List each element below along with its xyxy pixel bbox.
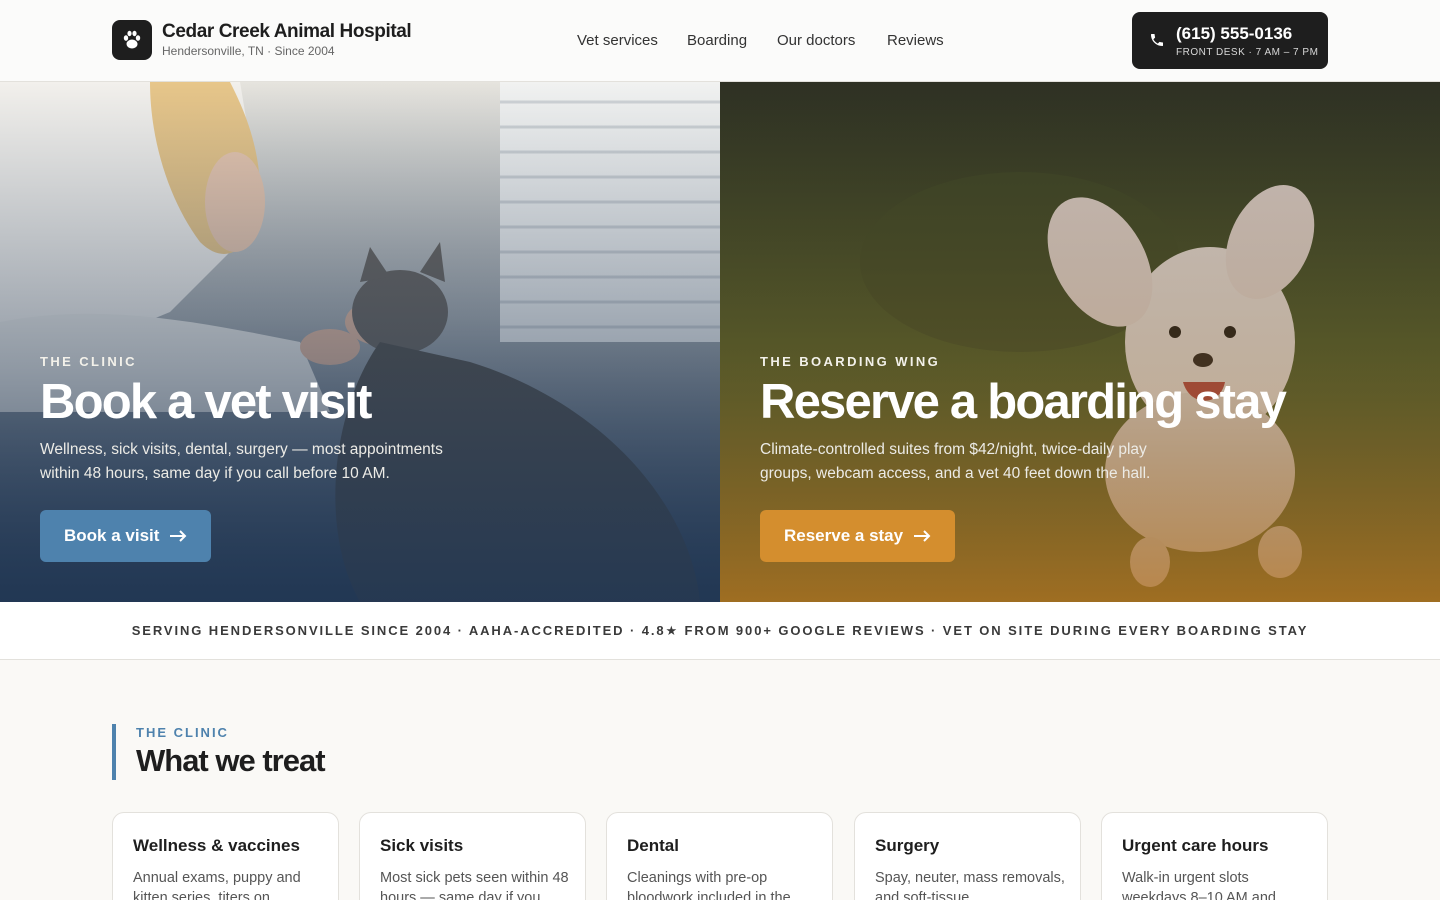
nav-vet-services[interactable]: Vet services — [577, 32, 658, 49]
treat-section-kicker: THE CLINIC — [136, 725, 229, 740]
clinic-hero-title: Book a vet visit — [40, 375, 372, 429]
brand-subtitle: Hendersonville, TN · Since 2004 — [162, 44, 335, 58]
clinic-hero-description: Wellness, sick visits, dental, surgery —… — [40, 441, 443, 482]
trust-strip: SERVING HENDERSONVILLE SINCE 2004 · AAHA… — [0, 602, 1440, 660]
front-desk-hours: FRONT DESK · 7 AM – 7 PM — [1176, 47, 1319, 58]
paw-icon — [123, 30, 141, 49]
card-title: Surgery — [875, 836, 940, 855]
brand-name[interactable]: Cedar Creek Animal Hospital — [162, 21, 412, 43]
boarding-hero-description: Climate-controlled suites from $42/night… — [760, 441, 1151, 482]
nav-boarding[interactable]: Boarding — [687, 32, 747, 49]
book-visit-button[interactable]: Book a visit — [40, 510, 212, 562]
card-title: Dental — [627, 836, 679, 855]
card-description: Cleanings with pre-op bloodwork included… — [627, 870, 791, 900]
nav-our-doctors[interactable]: Our doctors — [777, 32, 855, 49]
boarding-kicker: THE BOARDING WING — [760, 354, 941, 369]
reserve-stay-button[interactable]: Reserve a stay — [760, 510, 956, 562]
card-title: Urgent care hours — [1122, 836, 1269, 855]
arrow-right-icon — [914, 530, 931, 542]
hero-clinic-panel: THE CLINIC Book a vet visit Wellness, si… — [0, 82, 720, 602]
service-card-surgery[interactable]: Surgery Spay, neuter, mass removals, and… — [854, 812, 1081, 900]
clinic-kicker: THE CLINIC — [40, 354, 137, 369]
phone-number: (615) 555-0136 — [1176, 24, 1293, 43]
phone-icon — [1151, 34, 1163, 46]
service-card-wellness[interactable]: Wellness & vaccines Annual exams, puppy … — [112, 812, 339, 900]
card-description: Spay, neuter, mass removals, and soft-ti… — [875, 870, 1065, 900]
logo[interactable] — [112, 20, 152, 60]
hero-boarding-panel: THE BOARDING WING Reserve a boarding sta… — [720, 82, 1440, 602]
service-card-sick-visits[interactable]: Sick visits Most sick pets seen within 4… — [359, 812, 586, 900]
site-header: Cedar Creek Animal Hospital Hendersonvil… — [0, 0, 1440, 82]
call-front-desk-button[interactable]: (615) 555-0136 FRONT DESK · 7 AM – 7 PM — [1132, 12, 1328, 69]
treat-section-title: What we treat — [136, 743, 326, 778]
trust-strip-text: SERVING HENDERSONVILLE SINCE 2004 · AAHA… — [131, 623, 1309, 638]
boarding-hero-title: Reserve a boarding stay — [760, 375, 1287, 429]
card-title: Wellness & vaccines — [133, 836, 300, 855]
card-description: Walk-in urgent slots weekdays 8–10 AM an… — [1122, 870, 1276, 900]
section-accent-bar — [112, 724, 116, 780]
nav-reviews[interactable]: Reviews — [887, 32, 944, 49]
card-description: Most sick pets seen within 48 hours — sa… — [380, 870, 569, 900]
service-card-urgent-care[interactable]: Urgent care hours Walk-in urgent slots w… — [1101, 812, 1328, 900]
arrow-right-icon — [170, 530, 187, 542]
reserve-stay-label: Reserve a stay — [784, 526, 904, 545]
service-card-dental[interactable]: Dental Cleanings with pre-op bloodwork i… — [606, 812, 833, 900]
card-title: Sick visits — [380, 836, 464, 855]
book-visit-label: Book a visit — [64, 526, 160, 545]
card-description: Annual exams, puppy and kitten series, t… — [133, 870, 301, 900]
